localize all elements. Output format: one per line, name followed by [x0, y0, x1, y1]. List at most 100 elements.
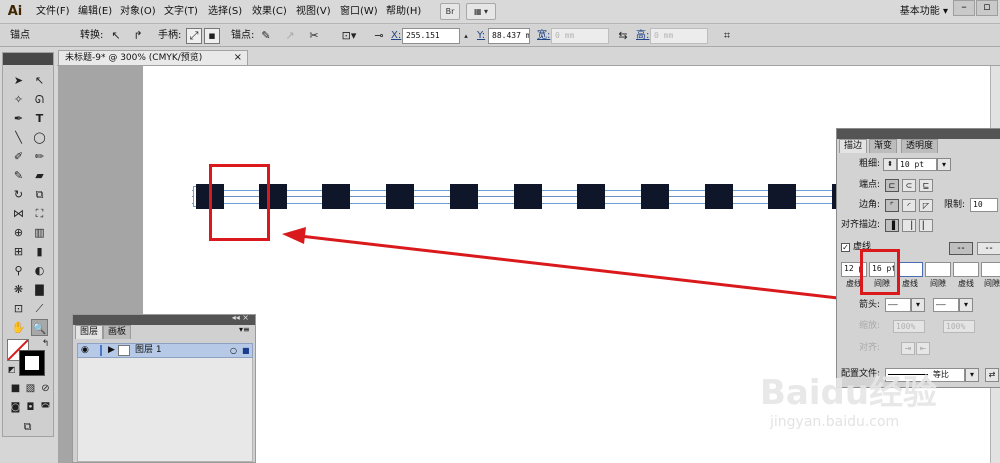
line-tool-icon[interactable]: ╲ — [10, 129, 27, 146]
gradient-tool-icon[interactable]: ▮ — [31, 243, 48, 260]
align-inside-button[interactable]: ▕ — [902, 219, 916, 232]
pen-tool-icon[interactable]: ✒ — [10, 110, 27, 127]
menu-type[interactable]: 文字(T) — [164, 5, 198, 19]
artboard-tool-icon[interactable]: ⊡ — [10, 300, 27, 317]
eyedropper-tool-icon[interactable]: ⚲ — [10, 262, 27, 279]
collapse-icon[interactable]: ◂◂ × — [232, 313, 249, 322]
rotate-tool-icon[interactable]: ↻ — [10, 186, 27, 203]
tab-layers[interactable]: 图层 — [75, 325, 104, 339]
shape-builder-tool-icon[interactable]: ⊕ — [10, 224, 27, 241]
tools-panel-header[interactable] — [3, 53, 53, 65]
y-field[interactable]: 88.437 m — [488, 28, 530, 44]
menu-effect[interactable]: 效果(C) — [252, 5, 287, 19]
weight-field[interactable]: 10 pt — [897, 158, 937, 171]
direct-selection-tool-icon[interactable]: ↖ — [31, 72, 48, 89]
start-scale-field[interactable]: 100% — [893, 320, 925, 333]
menu-edit[interactable]: 编辑(E) — [78, 5, 112, 19]
ellipse-tool-icon[interactable]: ◯ — [31, 129, 48, 146]
x-stepper[interactable]: ▴ — [461, 28, 471, 44]
align-center-button[interactable]: ▐ — [885, 219, 899, 232]
layer-row[interactable]: ◉ ▶ 图层 1 ○ ■ — [77, 343, 253, 358]
expand-triangle-icon[interactable]: ▶ — [108, 344, 115, 357]
dash-2-field[interactable] — [897, 262, 923, 277]
align-outside-button[interactable]: ▏ — [919, 219, 933, 232]
transform-icon[interactable]: ⌗ — [719, 28, 735, 44]
magic-wand-tool-icon[interactable]: ✧ — [10, 91, 27, 108]
align-dash-button[interactable]: ⁃⁃ — [977, 242, 1000, 255]
arrow-place-button[interactable]: ⇤ — [916, 342, 930, 355]
align-anchor-icon[interactable]: ⊸ — [370, 28, 388, 44]
screen-mode-icon[interactable]: ⧉ — [19, 418, 36, 435]
select-similar-icon[interactable]: ⊡▾ — [338, 28, 360, 44]
slice-tool-icon[interactable]: ⟋ — [31, 300, 48, 317]
column-graph-tool-icon[interactable]: ▇ — [31, 281, 48, 298]
end-arrowhead-select[interactable]: —— — [933, 298, 959, 312]
weight-stepper[interactable]: ⬍ — [883, 158, 897, 171]
gap-2-field[interactable] — [925, 262, 951, 277]
perspective-grid-tool-icon[interactable]: ▥ — [31, 224, 48, 241]
profile-dropdown[interactable]: ▾ — [965, 368, 979, 382]
miter-join-button[interactable]: ⌜ — [885, 199, 899, 212]
bevel-join-button[interactable]: ◸ — [919, 199, 933, 212]
stroke-panel-header[interactable] — [837, 129, 1000, 139]
projecting-cap-button[interactable]: ⊑ — [919, 179, 933, 192]
restore-button[interactable]: ▫ — [976, 0, 998, 16]
convert-corner-icon[interactable]: ↖ — [108, 28, 124, 44]
target-icon[interactable]: ○ — [230, 344, 237, 357]
hide-handles-icon[interactable]: ▪ — [204, 28, 220, 44]
limit-field[interactable]: 10 — [970, 198, 998, 212]
layer-name[interactable]: 图层 1 — [135, 344, 162, 357]
eraser-tool-icon[interactable]: ▰ — [31, 167, 48, 184]
end-scale-field[interactable]: 100% — [943, 320, 975, 333]
remove-anchor-icon[interactable]: ✎ — [258, 28, 274, 44]
tab-gradient[interactable]: 渐变 — [869, 139, 898, 153]
zoom-tool-icon[interactable]: 🔍 — [31, 319, 48, 336]
start-arrowhead-select[interactable]: —— — [885, 298, 911, 312]
layers-panel-header[interactable]: ◂◂ × — [73, 313, 255, 325]
document-tab[interactable]: 未标题-9* @ 300% (CMYK/预览) × — [58, 50, 248, 66]
draw-inside-icon[interactable]: ◚ — [37, 399, 54, 416]
height-field[interactable]: 0 mm — [650, 28, 708, 44]
mesh-tool-icon[interactable]: ⊞ — [10, 243, 27, 260]
workspace-switcher[interactable]: 基本功能 ▾ — [900, 5, 948, 19]
symbol-sprayer-tool-icon[interactable]: ❋ — [10, 281, 27, 298]
menu-select[interactable]: 选择(S) — [208, 5, 242, 19]
blend-tool-icon[interactable]: ◐ — [31, 262, 48, 279]
round-join-button[interactable]: ◜ — [902, 199, 916, 212]
preserve-dash-button[interactable]: ⁃⁃ — [949, 242, 973, 255]
tab-stroke[interactable]: 描边 — [839, 139, 868, 153]
minimize-button[interactable]: – — [953, 0, 975, 16]
eye-icon[interactable]: ◉ — [81, 344, 89, 357]
weight-dropdown[interactable]: ▾ — [937, 158, 951, 171]
scale-tool-icon[interactable]: ⧉ — [31, 186, 48, 203]
arrange-documents-button[interactable]: ▦ ▾ — [466, 3, 496, 20]
pencil-tool-icon[interactable]: ✏ — [31, 148, 48, 165]
round-cap-button[interactable]: ⊂ — [902, 179, 916, 192]
menu-help[interactable]: 帮助(H) — [386, 5, 421, 19]
menu-window[interactable]: 窗口(W) — [340, 5, 378, 19]
x-field[interactable]: 255.151 — [402, 28, 460, 44]
arrow-extend-button[interactable]: ⇥ — [901, 342, 915, 355]
none-mode-icon[interactable]: ⊘ — [37, 380, 54, 397]
connect-anchor-icon[interactable]: ↗ — [282, 28, 298, 44]
end-arrowhead-dropdown[interactable]: ▾ — [959, 298, 973, 312]
type-tool-icon[interactable]: T — [31, 110, 48, 127]
convert-smooth-icon[interactable]: ↱ — [130, 28, 146, 44]
width-tool-icon[interactable]: ⋈ — [10, 205, 27, 222]
menu-file[interactable]: 文件(F) — [36, 5, 70, 19]
menu-view[interactable]: 视图(V) — [296, 5, 331, 19]
cut-path-icon[interactable]: ✂ — [306, 28, 322, 44]
paintbrush-tool-icon[interactable]: ✐ — [10, 148, 27, 165]
selected-art-icon[interactable]: ■ — [242, 344, 250, 357]
panel-menu-icon[interactable]: ▾≡ — [239, 325, 250, 334]
link-proportions-icon[interactable]: ⇆ — [615, 28, 631, 44]
menu-object[interactable]: 对象(O) — [120, 5, 156, 19]
free-transform-tool-icon[interactable]: ⛶ — [31, 205, 48, 222]
butt-cap-button[interactable]: ⊏ — [885, 179, 899, 192]
blob-brush-tool-icon[interactable]: ✎ — [10, 167, 27, 184]
show-handles-icon[interactable]: ⤢ — [186, 28, 202, 44]
bridge-button[interactable]: Br — [440, 3, 460, 20]
width-field[interactable]: 0 mm — [551, 28, 609, 44]
close-icon[interactable]: × — [234, 51, 242, 65]
dashed-checkbox[interactable]: ✓ — [841, 243, 850, 252]
